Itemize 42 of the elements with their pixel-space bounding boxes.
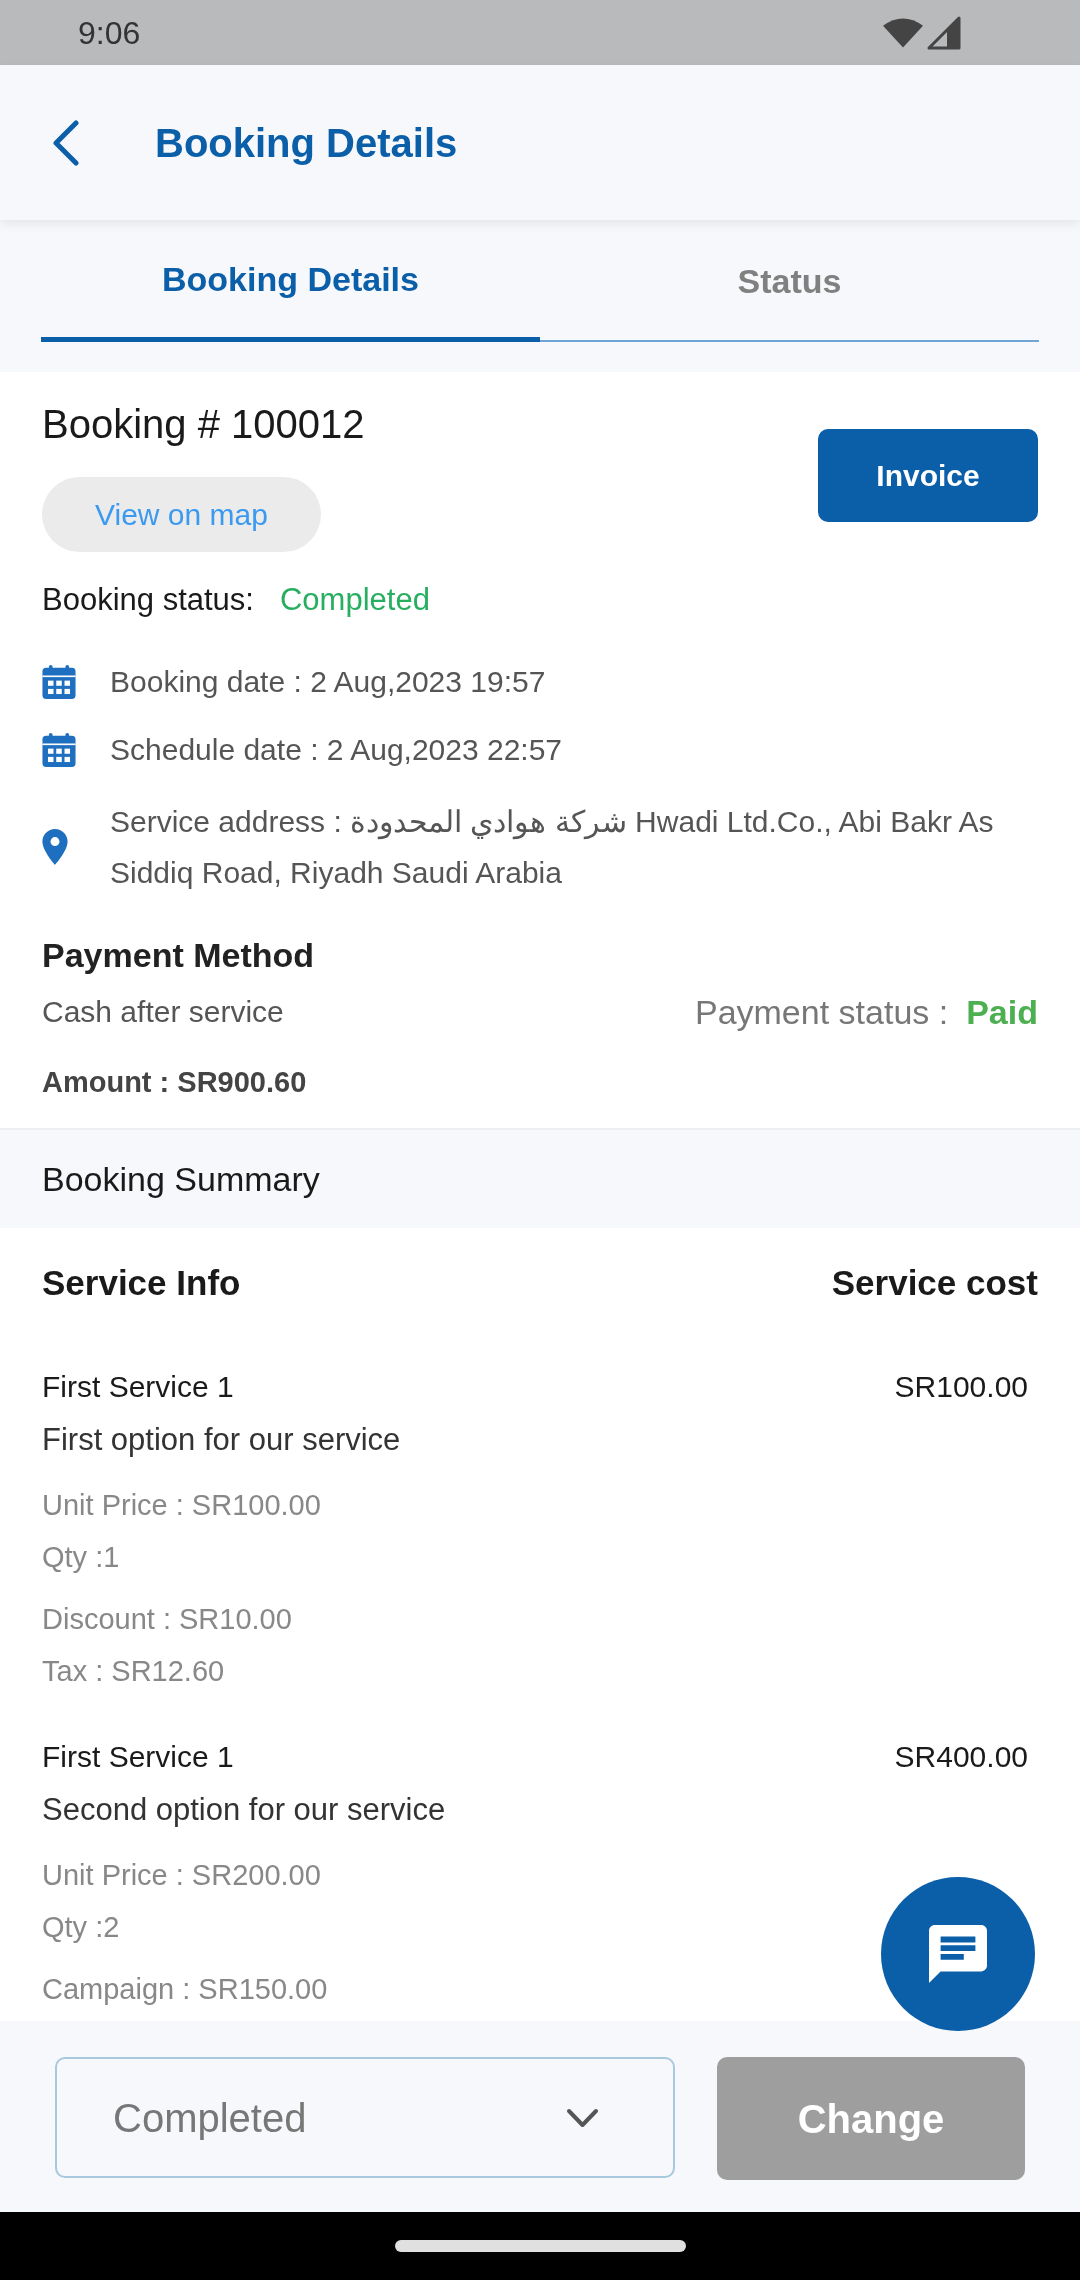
location-pin-icon xyxy=(42,829,68,865)
service-detail-line: Unit Price : SR200.00 xyxy=(42,1858,322,1893)
chat-icon xyxy=(929,1925,987,1983)
service-name: First Service 1 xyxy=(42,1369,234,1405)
summary-title: Booking Summary xyxy=(42,1158,320,1200)
view-on-map-button[interactable]: View on map xyxy=(42,477,321,552)
service-name: First Service 1 xyxy=(42,1739,234,1775)
service-detail-line: Qty :2 xyxy=(42,1910,121,1945)
service-option: Second option for our service xyxy=(42,1790,1038,1830)
service-option: First option for our service xyxy=(42,1420,1038,1460)
service-detail-line: Discount : SR10.00 xyxy=(42,1602,293,1637)
booking-number: Booking # 100012 xyxy=(42,401,365,448)
page-title: Booking Details xyxy=(155,119,458,167)
service-detail-line: Campaign : SR150.00 xyxy=(42,1972,329,2007)
status-dropdown[interactable]: Completed xyxy=(55,2057,675,2178)
calendar-icon xyxy=(42,665,76,699)
tab[interactable]: Status xyxy=(540,220,1039,342)
signal-icon xyxy=(927,15,961,50)
service-detail-line: Tax : SR12.60 xyxy=(42,1654,226,1689)
booking-status-value: Completed xyxy=(279,581,430,619)
payment-status-value: Paid xyxy=(966,992,1038,1033)
column-header: Service cost xyxy=(831,1262,1038,1304)
chevron-down-icon xyxy=(566,2107,599,2128)
invoice-button[interactable]: Invoice xyxy=(818,429,1038,522)
wifi-icon xyxy=(883,16,923,49)
service-detail-line: Qty :1 xyxy=(42,1540,121,1575)
status-time: 9:06 xyxy=(78,16,141,49)
service-detail-line: Unit Price : SR100.00 xyxy=(42,1488,322,1523)
service-cost: SR400.00 xyxy=(894,1739,1029,1775)
booking-status-label: Booking status: xyxy=(42,581,254,619)
payment-status-label: Payment status : xyxy=(694,992,949,1033)
chevron-left-icon xyxy=(52,119,80,166)
service-cost: SR100.00 xyxy=(894,1369,1029,1405)
detail-text: Booking date : 2 Aug,2023 19:57 xyxy=(110,664,546,700)
payment-method-title: Payment Method xyxy=(42,935,316,976)
column-header: Service Info xyxy=(42,1262,241,1304)
detail-text: Service address : شركة هوادي المحدودة Hwadi Ltd.Co., Abi Bakr As Siddiq Road, Riyadh Saudi Arabia xyxy=(110,804,995,891)
tab[interactable]: Booking Details xyxy=(41,220,540,342)
amount-text: Amount : SR900.60 xyxy=(42,1065,308,1100)
detail-text: Schedule date : 2 Aug,2023 22:57 xyxy=(110,732,563,768)
calendar-icon xyxy=(42,733,76,767)
payment-method-text: Cash after service xyxy=(42,994,284,1030)
